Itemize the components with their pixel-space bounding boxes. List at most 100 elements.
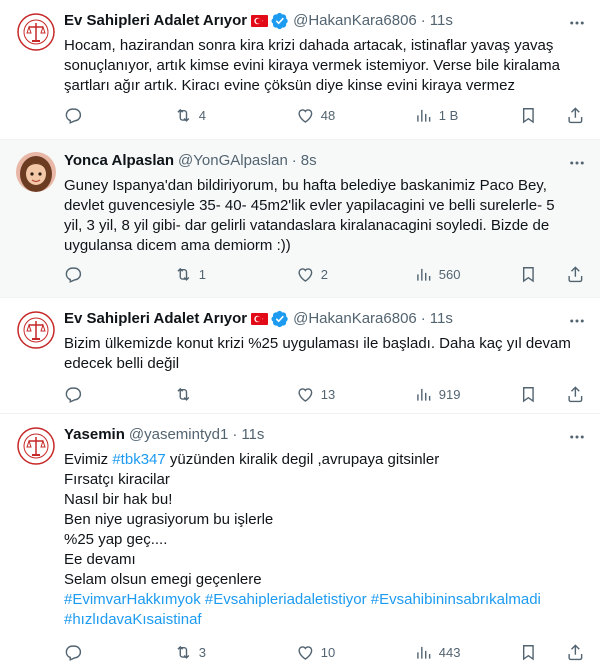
reply-icon [65,387,82,403]
bookmark-button[interactable] [519,105,538,125]
reply-button[interactable] [64,264,89,284]
tweet-actions: 13 919 [56,384,584,404]
avatar-ev-sahipleri[interactable] [16,12,56,52]
avatar-yasemin[interactable] [16,426,56,466]
view-count: 443 [438,644,461,660]
timestamp[interactable]: 11s [430,309,453,329]
bookmark-button[interactable] [519,264,538,284]
bookmark-icon [522,107,534,123]
heart-icon [298,267,313,282]
timestamp[interactable]: 11s [241,425,264,445]
view-count: 919 [438,386,461,402]
author-name[interactable]: Yonca Alpaslan [64,151,174,171]
text-line: Ee devamı [64,551,136,568]
retweet-button[interactable]: 3 [174,642,206,662]
separator-dot: · [420,12,426,29]
share-button[interactable] [566,642,585,662]
retweet-icon [177,108,190,122]
text-line: Ben niye ugrasiyorum bu işlerle [64,511,274,528]
share-icon [568,385,583,402]
text-line: Hocam, hazirandan sonra kira krizi dahad… [64,37,554,54]
text-line: sonuçlanıyor, artık kimse evini kiraya v… [64,57,561,74]
like-button[interactable]: 48 [296,105,335,125]
text-line: %25 yap geç.... [64,531,168,548]
retweet-count: 4 [198,107,206,123]
like-button[interactable]: 2 [296,264,328,284]
author-name[interactable]: Ev Sahipleri Adalet Arıyor [64,309,247,329]
hashtag-link[interactable]: #hızlıdavaKısaistinaf [64,610,584,630]
reply-button[interactable] [64,384,89,404]
views-chart-icon [417,646,431,659]
hashtag-link[interactable]: #EvimvarHakkımyok #Evsahipleriadaletisti… [64,590,584,610]
text-line: şartları ağır artık. Kiracı evine çöksün… [64,77,516,94]
text-segment: yüzünden kiralik degil ,avrupaya gitsinl… [165,451,440,468]
verified-badge-icon [271,12,288,30]
bookmark-button[interactable] [519,384,538,404]
reply-button[interactable] [64,642,89,662]
heart-icon [298,645,313,660]
avatar-ev-sahipleri[interactable] [16,310,56,350]
text-line: Evimiz #tbk347 yüzünden kiralik degil ,a… [64,450,584,470]
like-button[interactable]: 13 [296,384,335,404]
bookmark-icon [522,386,534,402]
share-button[interactable] [566,105,585,125]
tweet-text: Guney Ispanya'dan bildiriyorum, bu hafta… [64,176,584,256]
text-line: edecek belli değil [64,355,180,372]
tweet-4[interactable]: Yasemin @yasemintyd1 · 11s Evimiz #tbk34… [0,414,600,671]
author-handle[interactable]: @yasemintyd1 [129,425,228,445]
bookmark-icon [522,644,534,660]
views-button[interactable]: 1 B [414,105,458,125]
like-button[interactable]: 10 [296,642,335,662]
heart-icon [298,108,313,123]
retweet-button[interactable] [174,384,199,404]
author-handle[interactable]: @HakanKara6806 [293,11,417,31]
author-handle[interactable]: @HakanKara6806 [293,309,417,329]
views-button[interactable]: 560 [414,264,460,284]
text-line: Selam olsun emegi geçenlere [64,571,262,588]
author-handle[interactable]: @YonGAlpaslan [178,151,288,171]
tweet-3[interactable]: Ev Sahipleri Adalet Arıyor @HakanKara680… [0,298,600,414]
share-button[interactable] [566,264,585,284]
retweet-count: 3 [198,644,206,660]
hashtag-link[interactable]: #tbk347 [112,451,165,468]
text-line: devlet guvencesiyle 35- 40- 45m2'lik evl… [64,197,555,214]
views-button[interactable]: 443 [414,642,460,662]
like-count: 48 [320,107,336,123]
separator-dot: · [232,426,238,443]
views-button[interactable]: 919 [414,384,460,404]
more-options-icon[interactable] [568,312,586,330]
retweet-button[interactable]: 4 [174,105,206,125]
tweet-actions: 1 2 560 [56,264,584,284]
share-icon [568,106,583,123]
retweet-icon [177,645,190,659]
more-options-icon[interactable] [568,14,586,32]
tweet-text: Bizim ülkemizde konut krizi %25 uygulama… [64,334,584,374]
avatar-yonca[interactable] [16,152,56,192]
separator-dot: · [420,310,426,327]
tweet-2[interactable]: Yonca Alpaslan @YonGAlpaslan · 8s Guney … [0,140,600,298]
tweet-text: Hocam, hazirandan sonra kira krizi dahad… [64,36,584,96]
author-name[interactable]: Yasemin [64,425,125,445]
more-options-icon[interactable] [568,428,586,446]
tweet-text: Evimiz #tbk347 yüzünden kiralik degil ,a… [64,450,584,630]
views-chart-icon [417,268,431,281]
separator-dot: · [291,152,297,169]
views-chart-icon [417,109,431,122]
bookmark-button[interactable] [519,642,538,662]
turkey-flag-icon [251,15,269,27]
like-count: 2 [320,266,328,282]
turkey-flag-icon [251,313,269,325]
timestamp[interactable]: 11s [430,11,453,31]
author-name[interactable]: Ev Sahipleri Adalet Arıyor [64,11,247,31]
share-button[interactable] [566,384,585,404]
text-line: Guney Ispanya'dan bildiriyorum, bu hafta… [64,177,547,194]
timestamp[interactable]: 8s [301,151,317,171]
retweet-count: 1 [198,266,206,282]
view-count: 1 B [438,107,459,123]
views-chart-icon [417,388,431,401]
retweet-button[interactable]: 1 [174,264,206,284]
text-line: uygulansa dicem ama demiorm :)) [64,237,291,254]
tweet-1[interactable]: Ev Sahipleri Adalet Arıyor @HakanKara680… [0,0,600,140]
reply-button[interactable] [64,105,89,125]
more-options-icon[interactable] [568,154,586,172]
